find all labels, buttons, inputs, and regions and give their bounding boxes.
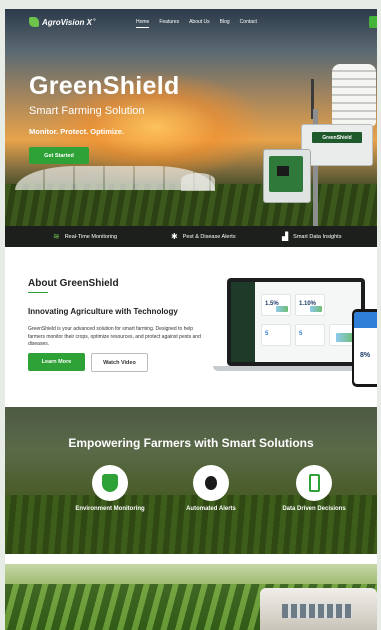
landing-page: GreenShield AgroVision X ° Home Features… [5, 9, 377, 630]
nav-cta-button[interactable] [369, 16, 377, 28]
about-title: About GreenShield [28, 278, 119, 289]
hero-title: GreenShield [29, 72, 180, 100]
smartphone-icon [308, 474, 320, 492]
empower-label: Automated Alerts [186, 506, 236, 512]
laptop-mockup: 1.5% 1.10% 5 5 [227, 278, 365, 366]
empower-title: Empowering Farmers with Smart Solutions [68, 436, 314, 450]
dashboard-card: 1.10% [295, 294, 325, 316]
nav-link-blog[interactable]: Blog [220, 19, 230, 28]
feature-label: Real-Time Monitoring [64, 233, 118, 240]
top-nav: AgroVision X ° Home Features About Us Bl… [5, 9, 377, 37]
brand-name: AgroVision X [42, 17, 92, 27]
card-value: 5 [265, 331, 269, 337]
about-section: About GreenShield Innovating Agriculture… [5, 247, 377, 407]
nav-link-about-us[interactable]: About Us [189, 19, 210, 28]
brand-logo[interactable]: AgroVision X ° [29, 17, 95, 27]
dashboard-card: 1.5% [261, 294, 291, 316]
phone-value: 8% [360, 352, 371, 359]
hero-tagline: Monitor. Protect. Optimize. [29, 127, 125, 136]
title-underline [28, 292, 48, 293]
shield-leaf-icon [102, 474, 118, 492]
empower-label: Environment Monitoring [75, 506, 145, 512]
learn-more-button[interactable]: Learn More [28, 353, 85, 371]
leaf-logo-icon [29, 17, 39, 27]
radiation-shield [332, 64, 376, 126]
nav-link-features[interactable]: Features [159, 19, 179, 28]
empower-icon-circle [296, 465, 332, 501]
empower-icon-circle [92, 465, 128, 501]
card-value: 5 [299, 331, 303, 337]
empower-section: Empowering Farmers with Smart Solutions … [5, 407, 377, 554]
dashboard-cards: 1.5% 1.10% 5 5 [255, 282, 361, 362]
feature-label: Smart Data Insights [293, 233, 342, 240]
facility-building-image [260, 588, 377, 630]
dashboard-card: 5 [295, 324, 325, 346]
empower-item-environment-monitoring: Environment Monitoring [65, 465, 155, 512]
get-started-button[interactable]: Get Started [29, 147, 89, 164]
building-windows [282, 604, 352, 618]
nav-link-contact[interactable]: Contact [240, 19, 257, 28]
empower-item-automated-alerts: Automated Alerts [166, 465, 256, 512]
sparkline [276, 306, 288, 312]
phone-header [354, 312, 377, 328]
dashboard-card: 5 [261, 324, 291, 346]
nav-link-home[interactable]: Home [136, 19, 150, 28]
wifi-icon: ≋ [53, 231, 60, 241]
controller-box [263, 149, 311, 203]
chip [277, 166, 289, 176]
sparkline [310, 306, 322, 312]
phone-screen: 8% [354, 312, 377, 384]
empower-label: Data Driven Decisions [282, 506, 346, 512]
feature-pest-alerts: ✱ Pest & Disease Alerts [171, 226, 236, 247]
about-description: GreenShield is your advanced solution fo… [28, 326, 201, 347]
bug-icon: ✱ [171, 231, 178, 241]
bottom-image-section [5, 564, 377, 630]
dashboard-sidebar [231, 282, 255, 362]
hero-section: GreenShield AgroVision X ° Home Features… [5, 9, 377, 247]
dashboard-screen: 1.5% 1.10% 5 5 [231, 282, 361, 362]
nav-links: Home Features About Us Blog Contact [136, 19, 257, 28]
feature-smart-data-insights: ▟ Smart Data Insights [282, 226, 341, 247]
feature-label: Pest & Disease Alerts [182, 233, 236, 240]
feature-strip: ≋ Real-Time Monitoring ✱ Pest & Disease … [5, 226, 377, 247]
empower-icon-circle [193, 465, 229, 501]
bug-icon [205, 476, 217, 490]
bar-chart-icon: ▟ [282, 231, 289, 241]
empower-item-data-driven-decisions: Data Driven Decisions [269, 465, 359, 512]
brand-mark: ° [92, 19, 96, 25]
sensor-device: GreenShield [301, 124, 373, 166]
feature-real-time-monitoring: ≋ Real-Time Monitoring [53, 226, 117, 247]
phone-mockup: 8% [352, 309, 377, 387]
device-label: GreenShield [312, 132, 362, 143]
hero-subtitle: Smart Farming Solution [29, 105, 145, 117]
about-subtitle: Innovating Agriculture with Technology [28, 307, 178, 316]
watch-video-button[interactable]: Watch Video [91, 353, 148, 372]
greenhouse-image-small [181, 173, 215, 191]
section-gap [5, 554, 377, 564]
